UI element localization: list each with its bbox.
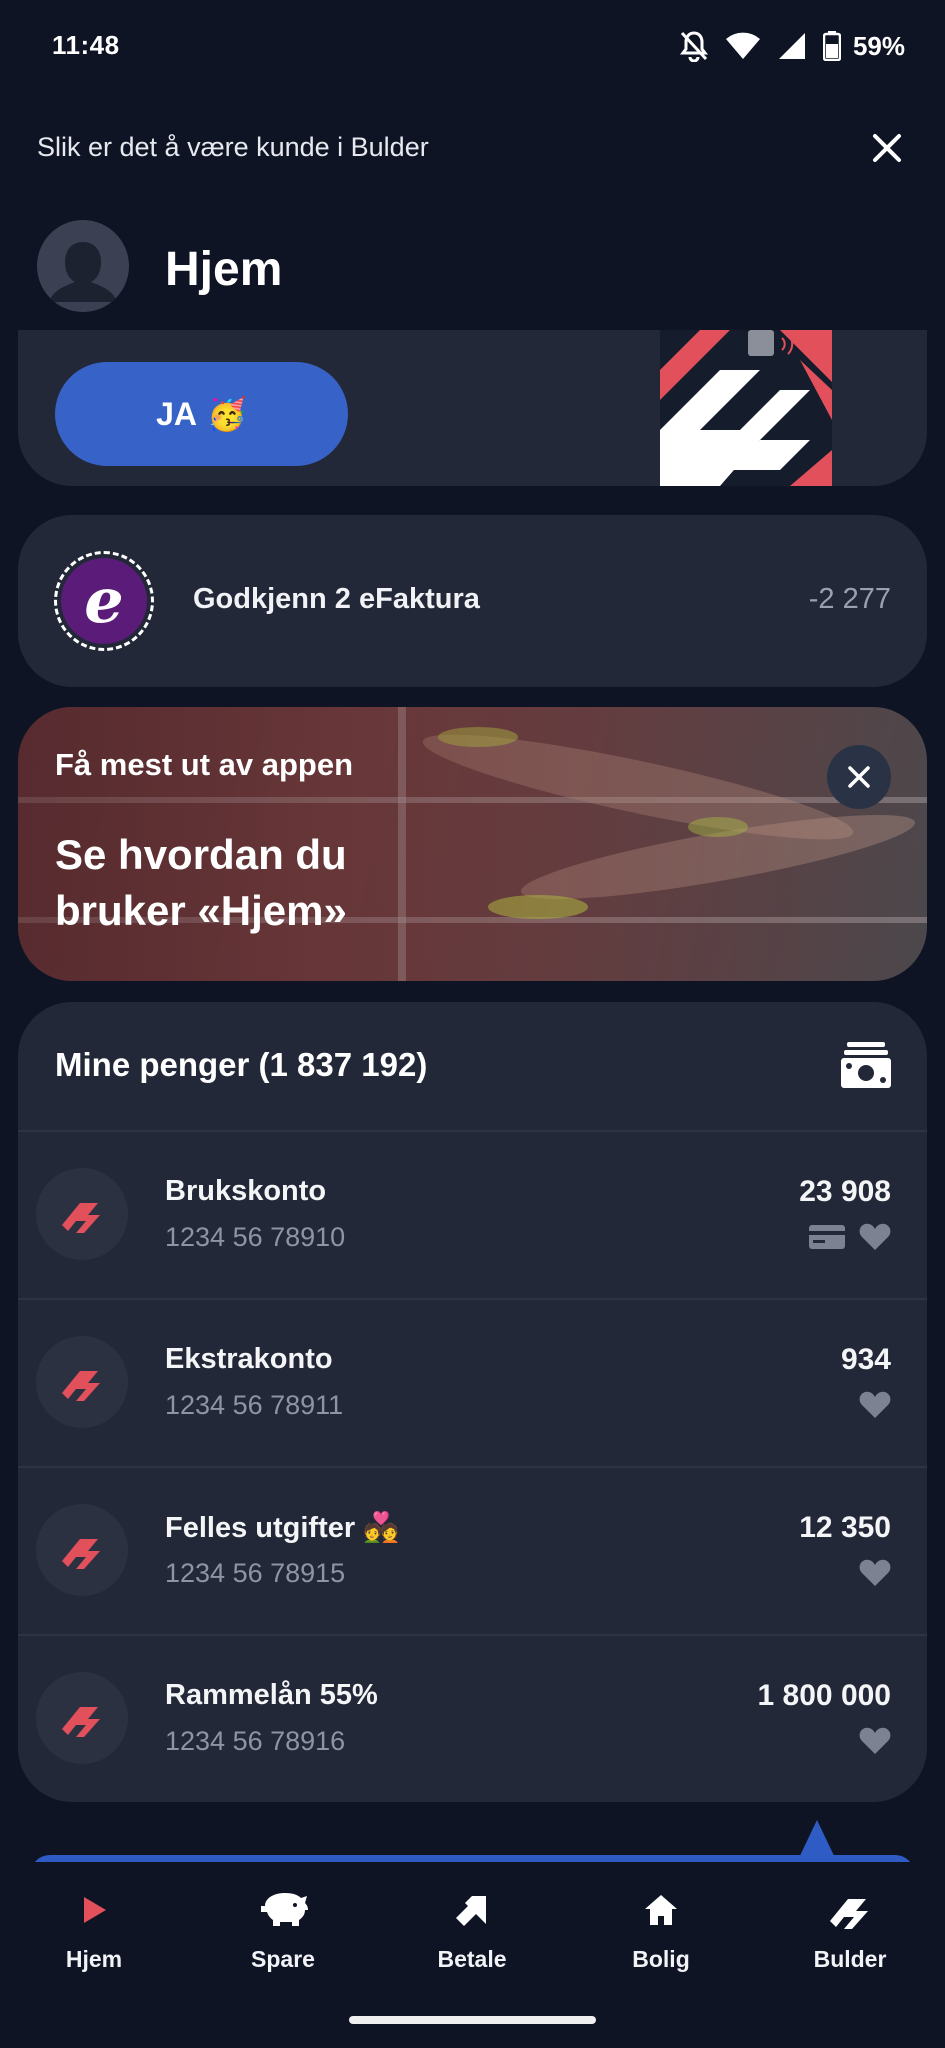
account-number: 1234 56 78916 [165,1726,346,1756]
heart-icon[interactable] [859,1727,891,1755]
account-row[interactable]: Felles utgifter 💑 1234 56 78915 12 350 [18,1466,927,1636]
ja-button-label: JA [156,395,198,432]
avatar[interactable] [37,220,129,312]
heart-icon[interactable] [859,1559,891,1587]
party-emoji: 🥳 [207,396,247,432]
account-balance: 934 [840,1343,891,1376]
efaktura-amount: -2 277 [808,583,891,615]
nav-label: Bulder [813,1946,887,1972]
efaktura-logo-icon: e [54,551,154,651]
bulder-logo-icon [36,1504,128,1596]
account-number: 1234 56 78915 [165,1558,346,1588]
account-balance: 23 908 [799,1175,891,1208]
gesture-bar [349,2016,596,2024]
status-icons: 59% [679,28,905,64]
account-row[interactable]: Ekstrakonto 1234 56 78911 934 [18,1298,927,1468]
bulder-logo-icon [36,1672,128,1764]
tip-close-button[interactable] [827,745,891,809]
tip-title: Se hvordan du bruker «Hjem» [55,831,347,934]
bank-card-image [660,330,832,486]
bulder-logo-icon [36,1168,128,1260]
account-icons [859,1391,891,1419]
account-balance: 1 800 000 [757,1679,891,1712]
account-name: Ekstrakonto [165,1343,333,1375]
close-icon [848,766,870,788]
play-icon [84,1897,106,1923]
account-balance: 12 350 [799,1511,891,1544]
account-icons [859,1559,891,1587]
card-promo: JA 🥳 [18,330,927,486]
bottom-sheet-handle[interactable] [30,1855,915,1862]
tip-kicker: Få mest ut av appen [55,747,354,782]
heart-icon[interactable] [859,1223,891,1251]
page-header: Hjem [0,200,945,330]
status-time: 11:48 [52,30,120,60]
nav-label: Betale [437,1946,507,1972]
bulder-logo-icon [36,1336,128,1428]
ja-button[interactable]: JA 🥳 [55,362,348,466]
tip-card[interactable]: Få mest ut av appen Se hvordan du bruker… [18,707,927,981]
piggy-bank-icon [261,1893,308,1926]
cash-icon[interactable] [841,1042,891,1088]
battery-icon [822,31,841,61]
bulder-logo-icon [830,1899,868,1929]
account-row[interactable]: Rammelån 55% 1234 56 78916 1 800 000 [18,1634,927,1802]
transfer-arrow-icon [456,1896,486,1926]
accounts-header[interactable]: Mine penger (1 837 192) [18,1002,927,1132]
page-title: Hjem [165,243,283,296]
efaktura-card[interactable]: e Godkjenn 2 eFaktura -2 277 [18,515,927,687]
nav-label: Spare [251,1946,315,1972]
battery-percent: 59% [852,30,905,61]
card-icon [809,1225,845,1249]
bell-off-icon [679,31,708,62]
account-name: Brukskonto [165,1175,327,1207]
signal-icon [778,33,805,59]
nav-item-betale[interactable]: Betale [397,1888,547,1978]
nav-label: Bolig [632,1946,690,1972]
close-icon[interactable] [865,126,909,170]
accounts-card: Mine penger (1 837 192) Brukskonto 1234 … [18,1002,927,1802]
onboarding-banner[interactable]: Slik er det å være kunde i Bulder [0,112,945,184]
nav-label: Hjem [65,1946,123,1972]
home-feed[interactable]: JA 🥳 e Godkjenn 2 eFaktura -2 277 Få mes… [0,330,945,1862]
wifi-icon [725,32,760,59]
heart-icon[interactable] [859,1391,891,1419]
account-icons [859,1727,891,1755]
account-row[interactable]: Brukskonto 1234 56 78910 23 908 [18,1130,927,1300]
account-name: Rammelån 55% [165,1679,378,1711]
status-bar: 11:48 59% [0,0,945,92]
nav-item-spare[interactable]: Spare [208,1888,358,1978]
efaktura-label: Godkjenn 2 eFaktura [193,583,480,615]
nav-item-bulder[interactable]: Bulder [775,1888,925,1978]
banner-text: Slik er det å være kunde i Bulder [37,132,429,162]
accounts-title: Mine penger (1 837 192) [55,1046,428,1083]
account-number: 1234 56 78910 [165,1222,346,1252]
house-icon [645,1895,677,1925]
nav-item-hjem[interactable]: Hjem [19,1888,169,1978]
nav-item-bolig[interactable]: Bolig [586,1888,736,1978]
user-silhouette-icon [49,242,117,302]
account-icons [809,1223,891,1251]
account-number: 1234 56 78911 [165,1390,344,1420]
account-name: Felles utgifter 💑 [165,1512,400,1544]
